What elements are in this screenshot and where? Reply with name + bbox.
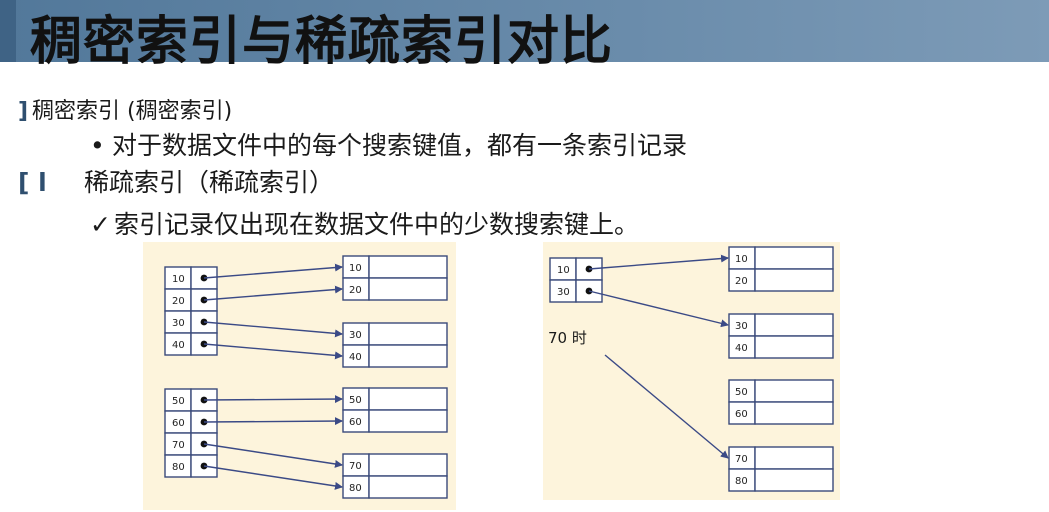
index-key-label: 30	[172, 318, 185, 329]
record-body-cell	[754, 335, 834, 359]
record-key-label: 60	[735, 409, 748, 420]
pointer-arrow	[604, 354, 729, 459]
checkmark-icon: ✓	[90, 210, 111, 239]
sub-bullet-text: 对于数据文件中的每个搜索键值，都有一条索引记录	[112, 131, 688, 160]
bullet-dense: ] 稠密索引 (稠密索引)	[18, 93, 232, 125]
record-body-cell	[754, 468, 834, 492]
pointer-arrow	[203, 285, 343, 301]
record-key-label: 10	[735, 254, 748, 265]
record-body-cell	[368, 387, 448, 411]
pointer-arrow	[203, 417, 343, 426]
index-key-label: 10	[172, 274, 185, 285]
dense-index-diagram: 10 20 30 40 50 60 70 80 10 20 30 40 50 60 70 80	[143, 242, 456, 510]
record-key-label: 30	[349, 330, 362, 341]
record-key-label: 80	[349, 483, 362, 494]
index-key-label: 30	[557, 287, 570, 298]
index-key-label: 40	[172, 340, 185, 351]
record-body-cell	[368, 344, 448, 368]
record-key-label: 80	[735, 476, 748, 487]
bullet-text: 稠密索引 (稠密索引)	[32, 99, 233, 124]
pointer-arrow	[588, 254, 729, 270]
record-key-label: 70	[735, 454, 748, 465]
sparse-index-diagram: 10 20 30 40 50 60 70 80 10 30 70 时	[543, 242, 840, 500]
sub-bullet-text: 索引记录仅出现在数据文件中的少数搜索键上。	[114, 210, 640, 239]
bullet-marker: [ l	[18, 168, 47, 197]
record-key-label: 20	[735, 276, 748, 287]
record-body-cell	[754, 313, 834, 337]
record-body-cell	[754, 379, 834, 403]
record-body-cell	[368, 322, 448, 346]
pointer-arrow	[203, 321, 343, 338]
record-body-cell	[754, 446, 834, 470]
index-key-label: 10	[557, 265, 570, 276]
record-key-label: 50	[349, 395, 362, 406]
header-accent	[0, 0, 16, 62]
sparse-index-figure: 10 20 30 40 50 60 70 80 10 30	[549, 246, 834, 492]
record-key-label: 20	[349, 285, 362, 296]
record-body-cell	[368, 453, 448, 477]
record-key-label: 40	[735, 343, 748, 354]
record-key-label: 50	[735, 387, 748, 398]
index-key-label: 60	[172, 418, 185, 429]
record-body-cell	[754, 401, 834, 425]
index-key-label: 50	[172, 396, 185, 407]
record-body-cell	[368, 255, 448, 279]
pointer-arrow	[203, 395, 343, 404]
bullet-text: 稀疏索引（稀疏索引）	[84, 168, 335, 197]
record-body-cell	[368, 409, 448, 433]
index-key-label: 80	[172, 462, 185, 473]
sub-bullet-sparse: ✓ 索引记录仅出现在数据文件中的少数搜索键上。	[90, 205, 639, 241]
pointer-arrow	[203, 443, 343, 468]
record-key-label: 40	[349, 352, 362, 363]
pointer-arrow	[203, 263, 343, 279]
pointer-arrow	[203, 465, 343, 490]
sub-bullet-dense: • 对于数据文件中的每个搜索键值，都有一条索引记录	[90, 126, 687, 162]
slide-title: 稠密索引与稀疏索引对比	[30, 12, 614, 72]
bullet-sparse: [ l 稀疏索引（稀疏索引）	[18, 163, 334, 199]
record-key-label: 60	[349, 417, 362, 428]
pointer-arrow	[203, 343, 343, 360]
index-key-label: 70	[172, 440, 185, 451]
record-body-cell	[368, 277, 448, 301]
record-body-cell	[754, 246, 834, 270]
record-key-label: 30	[735, 321, 748, 332]
pointer-arrow	[588, 290, 729, 328]
bullet-marker: ]	[18, 99, 29, 124]
sparse-note: 70 时	[548, 329, 587, 347]
sub-bullet-marker: •	[90, 131, 105, 160]
dense-index-figure: 10 20 30 40 50 60 70 80 10 20 30 40 50 60 70 80	[164, 255, 448, 499]
record-body-cell	[754, 268, 834, 292]
record-key-label: 70	[349, 461, 362, 472]
record-body-cell	[368, 475, 448, 499]
index-key-label: 20	[172, 296, 185, 307]
record-key-label: 10	[349, 263, 362, 274]
